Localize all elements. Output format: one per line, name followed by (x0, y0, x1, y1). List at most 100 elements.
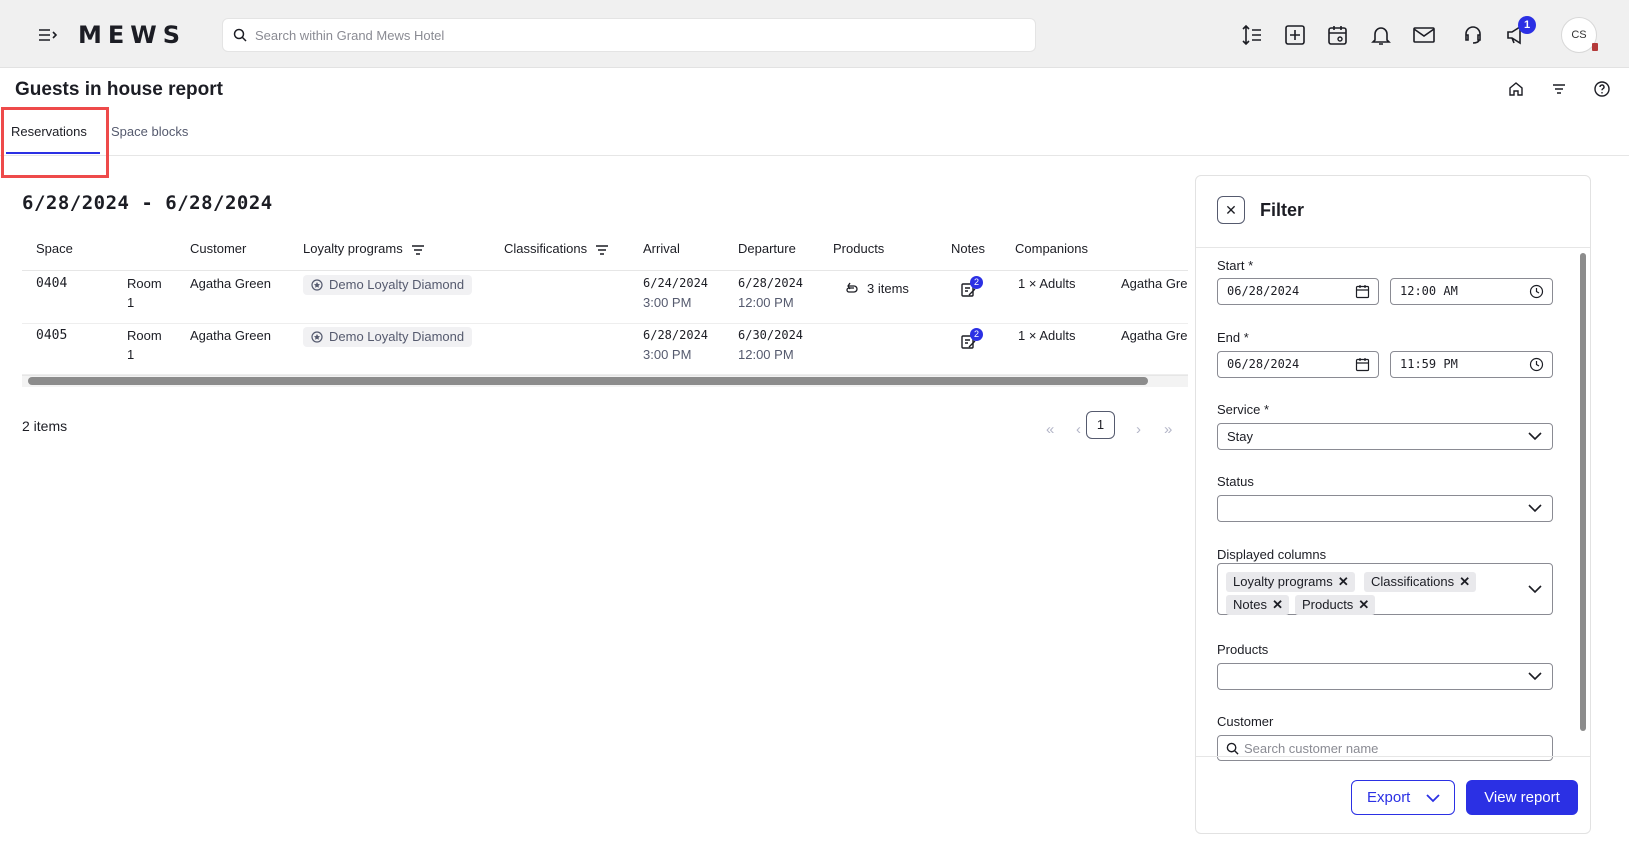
top-bar: MEWS 1 CS (0, 0, 1629, 68)
cell-departure-date: 6/30/2024 (738, 328, 804, 342)
start-label: Start * (1217, 258, 1254, 273)
service-value: Stay (1227, 429, 1254, 444)
filter-icon[interactable] (1550, 80, 1568, 98)
prev-page-button[interactable]: ‹ (1076, 421, 1081, 438)
current-page-button[interactable]: 1 (1086, 411, 1115, 439)
chevron-down-icon (1528, 672, 1542, 681)
cell-arrival-date: 6/28/2024 (643, 328, 709, 342)
filter-footer-divider (1196, 756, 1590, 757)
sort-icon[interactable] (1240, 23, 1264, 47)
report-date-range: 6/28/2024 - 6/28/2024 (22, 192, 273, 214)
cell-companion-name: Agatha Gre (1121, 276, 1188, 291)
products-label: Products (1217, 642, 1269, 657)
clock-icon[interactable] (1529, 357, 1544, 372)
customer-search-field[interactable]: Search customer name (1217, 735, 1553, 761)
filter-scrollbar-thumb[interactable] (1580, 253, 1586, 731)
remove-tag-icon[interactable]: ✕ (1459, 572, 1470, 592)
clock-icon[interactable] (1529, 284, 1544, 299)
loyalty-chip: Demo Loyalty Diamond (303, 275, 473, 295)
cell-departure-time: 12:00 PM (738, 295, 794, 310)
table-scrollbar-thumb[interactable] (28, 377, 1148, 385)
tab-space-blocks[interactable]: Space blocks (111, 124, 188, 139)
displayed-columns-label: Displayed columns (1217, 547, 1327, 562)
start-time-value: 12:00 AM (1400, 284, 1458, 298)
help-icon[interactable] (1593, 80, 1611, 98)
cell-customer[interactable]: Agatha Green (190, 326, 271, 345)
column-header-space[interactable]: Space (36, 241, 73, 256)
cell-customer[interactable]: Agatha Green (190, 274, 271, 293)
close-filter-button[interactable]: ✕ (1217, 196, 1245, 224)
cell-products[interactable]: 3 items (867, 279, 909, 298)
displayed-columns-select[interactable]: Loyalty programs ✕ Classifications ✕ Notes… (1217, 563, 1553, 615)
calendar-icon[interactable] (1355, 357, 1370, 372)
column-tag: Notes ✕ (1226, 595, 1289, 615)
column-tag-label: Notes (1233, 597, 1267, 612)
cell-arrival-time: 3:00 PM (643, 295, 692, 310)
chevron-down-icon (1528, 585, 1542, 594)
support-icon[interactable] (1461, 23, 1485, 47)
last-page-button[interactable]: » (1164, 421, 1172, 438)
remove-tag-icon[interactable]: ✕ (1272, 595, 1283, 615)
calendar-icon[interactable] (1355, 284, 1370, 299)
start-date-value: 06/28/2024 (1227, 284, 1300, 298)
column-header-departure[interactable]: Departure (738, 241, 796, 256)
page-title: Guests in house report (15, 79, 223, 100)
notification-badge: 1 (1518, 16, 1536, 34)
loyalty-badge-icon (311, 279, 323, 291)
bell-icon[interactable] (1369, 23, 1393, 47)
column-header-arrival[interactable]: Arrival (643, 241, 680, 256)
products-select[interactable] (1217, 663, 1553, 690)
close-icon: ✕ (1225, 202, 1237, 218)
filter-header-divider (1196, 247, 1590, 248)
cell-arrival-time: 3:00 PM (643, 347, 692, 362)
search-icon (1226, 742, 1239, 755)
column-filter-icon[interactable] (411, 244, 425, 256)
export-button-label: Export (1367, 789, 1411, 806)
service-label: Service * (1217, 402, 1270, 417)
reservations-table: Space Customer Loyalty programs Classifi… (22, 233, 1188, 391)
avatar-status-icon (1592, 43, 1598, 51)
search-input[interactable] (255, 19, 1015, 51)
add-icon[interactable] (1283, 23, 1307, 47)
column-header-companions[interactable]: Companions (1015, 241, 1088, 256)
cell-room-type: Room (127, 328, 162, 343)
service-select[interactable]: Stay (1217, 423, 1553, 450)
export-button[interactable]: Export (1351, 780, 1455, 815)
first-page-button[interactable]: « (1046, 421, 1054, 438)
cell-space: 0404 (36, 276, 68, 291)
status-select[interactable] (1217, 495, 1553, 522)
end-date-field[interactable]: 06/28/2024 (1217, 351, 1379, 378)
hamburger-icon[interactable] (36, 24, 58, 46)
end-label: End * (1217, 330, 1249, 345)
column-header-products[interactable]: Products (833, 241, 884, 256)
notes-count-badge: 2 (970, 328, 983, 341)
column-header-loyalty[interactable]: Loyalty programs (303, 241, 425, 256)
home-icon[interactable] (1507, 80, 1525, 98)
column-tag-label: Loyalty programs (1233, 574, 1333, 589)
customer-search-placeholder: Search customer name (1244, 741, 1379, 756)
end-date-value: 06/28/2024 (1227, 357, 1300, 371)
view-report-button[interactable]: View report (1466, 780, 1578, 815)
mail-icon[interactable] (1412, 23, 1436, 47)
row-divider (22, 323, 1188, 324)
column-header-classifications-label: Classifications (504, 241, 588, 256)
column-header-classifications[interactable]: Classifications (504, 241, 609, 256)
calendar-eye-icon[interactable] (1326, 23, 1350, 47)
notes-count-badge: 2 (970, 276, 983, 289)
column-filter-icon[interactable] (595, 244, 609, 256)
start-time-field[interactable]: 12:00 AM (1390, 278, 1553, 305)
start-date-field[interactable]: 06/28/2024 (1217, 278, 1379, 305)
next-page-button[interactable]: › (1136, 421, 1141, 438)
column-tag: Products ✕ (1295, 595, 1376, 615)
global-search (222, 18, 1036, 52)
remove-tag-icon[interactable]: ✕ (1338, 572, 1349, 592)
cell-companion-name: Agatha Gre (1121, 328, 1188, 343)
end-time-field[interactable]: 11:59 PM (1390, 351, 1553, 378)
column-header-customer[interactable]: Customer (190, 241, 246, 256)
tab-bar: Reservations Space blocks (0, 112, 1629, 156)
end-time-value: 11:59 PM (1400, 357, 1458, 371)
highlight-annotation (1, 107, 109, 178)
loyalty-chip-label: Demo Loyalty Diamond (329, 277, 465, 292)
column-header-notes[interactable]: Notes (951, 241, 985, 256)
remove-tag-icon[interactable]: ✕ (1358, 595, 1369, 615)
